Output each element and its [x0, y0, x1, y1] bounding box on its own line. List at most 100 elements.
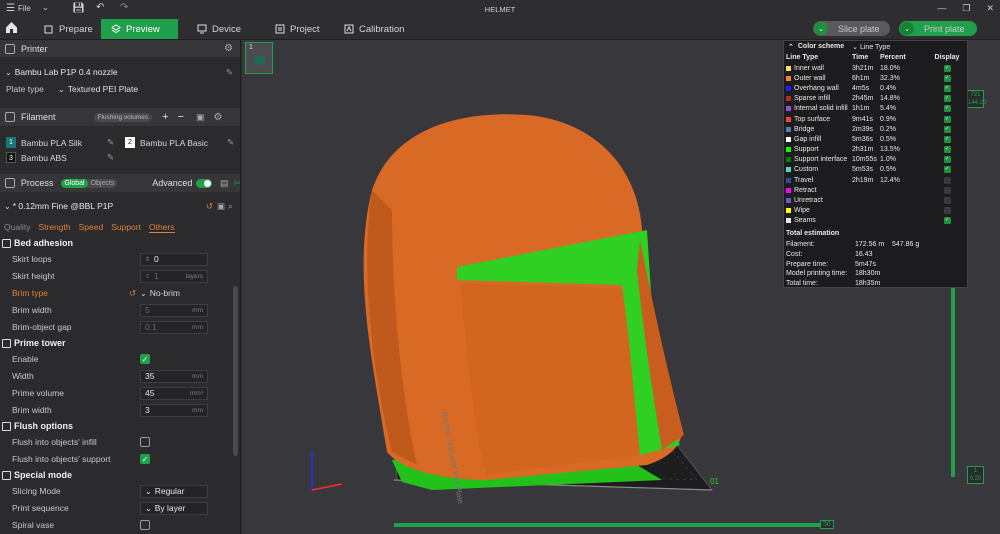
- printer-select[interactable]: ⌄ Bambu Lab P1P 0.4 nozzle ✎: [0, 65, 240, 79]
- edit-icon[interactable]: ✎: [107, 152, 114, 163]
- brim-type-select[interactable]: ⌄ No-brim: [140, 288, 208, 298]
- dropdown-icon[interactable]: ⌄: [42, 3, 49, 12]
- slice-plate-button[interactable]: ⌄ Slice plate: [813, 21, 890, 36]
- tab-calibration[interactable]: Calibration: [334, 19, 414, 39]
- checkbox-icon[interactable]: ✓: [943, 74, 951, 82]
- add-icon[interactable]: +: [162, 111, 168, 123]
- display-checkbox[interactable]: ✓: [932, 84, 962, 92]
- display-checkbox[interactable]: ✓: [932, 146, 962, 154]
- brim-gap-input[interactable]: 0.1 mm: [140, 320, 208, 334]
- tab-quality[interactable]: Quality: [4, 222, 30, 232]
- objects-option[interactable]: Objects: [88, 179, 118, 188]
- tab-support[interactable]: Support: [111, 222, 141, 232]
- sync-icon[interactable]: ▣: [196, 112, 205, 123]
- edit-icon[interactable]: ✎: [107, 137, 114, 148]
- checkbox-icon[interactable]: [943, 186, 951, 194]
- filament-item-3[interactable]: 3 Bambu ABS: [6, 152, 67, 163]
- tab-device[interactable]: Device: [187, 19, 251, 39]
- filament-item-2[interactable]: 2 Bambu PLA Basic: [125, 137, 208, 148]
- search-icon[interactable]: ⌕: [228, 201, 233, 212]
- display-checkbox[interactable]: ✓: [932, 156, 962, 164]
- tab-preview[interactable]: Preview: [101, 19, 178, 39]
- flushing-volumes-button[interactable]: Flushing volumes: [93, 112, 153, 122]
- checkbox-icon[interactable]: [943, 176, 951, 184]
- tab-project[interactable]: Project: [265, 19, 330, 39]
- checkbox-icon[interactable]: ✓: [943, 84, 951, 92]
- spinner-icon[interactable]: ⇕: [145, 273, 150, 280]
- checkbox-icon[interactable]: ✓: [943, 217, 951, 225]
- checkbox-icon[interactable]: ✓: [943, 146, 951, 154]
- checkbox-icon[interactable]: ✓: [943, 64, 951, 72]
- tower-width-input[interactable]: 35 mm: [140, 369, 208, 383]
- edit-icon[interactable]: ✎: [226, 67, 233, 78]
- move-handle[interactable]: 56: [820, 520, 834, 529]
- layer-bottom-handle[interactable]: 1 0.20: [967, 466, 984, 484]
- global-option[interactable]: Global: [61, 178, 88, 188]
- display-checkbox[interactable]: ✓: [932, 115, 962, 123]
- file-menu[interactable]: ☰ File: [6, 3, 31, 14]
- close-icon[interactable]: ✕: [986, 3, 994, 14]
- slicing-mode-select[interactable]: ⌄ Regular: [140, 484, 208, 498]
- display-checkbox[interactable]: ✓: [932, 74, 962, 82]
- undo-icon[interactable]: ↶: [96, 2, 104, 13]
- global-objects-toggle[interactable]: Global Objects: [61, 178, 118, 188]
- display-checkbox[interactable]: [932, 207, 962, 215]
- layer-top-handle[interactable]: 721 144.20: [967, 90, 986, 108]
- edit-icon[interactable]: ✎: [227, 137, 234, 148]
- move-slider[interactable]: [394, 523, 820, 527]
- collapse-icon[interactable]: ⌃: [788, 43, 794, 51]
- filament-item-1[interactable]: 1 Bambu PLA Silk: [6, 137, 82, 148]
- enable-checkbox[interactable]: ✓: [140, 354, 150, 364]
- display-checkbox[interactable]: ✓: [932, 95, 962, 103]
- flush-support-checkbox[interactable]: ✓: [140, 454, 150, 464]
- 3d-viewport[interactable]: 1 Bambu Textured PEI Plate 01 721 144.20…: [242, 40, 1000, 534]
- home-icon[interactable]: [5, 21, 18, 36]
- print-sequence-select[interactable]: ⌄ By layer: [140, 501, 208, 515]
- tab-others[interactable]: Others: [148, 222, 175, 233]
- checkbox-icon[interactable]: ✓: [943, 95, 951, 103]
- remove-icon[interactable]: −: [178, 111, 184, 123]
- chevron-down-icon[interactable]: ⌄: [900, 22, 914, 35]
- display-checkbox[interactable]: ✓: [932, 64, 962, 72]
- flush-infill-checkbox[interactable]: [140, 437, 150, 447]
- reset-icon[interactable]: ↺: [129, 288, 140, 299]
- skirt-loops-input[interactable]: ⇕ 0: [140, 252, 208, 266]
- checkbox-icon[interactable]: ✓: [943, 105, 951, 113]
- checkbox-icon[interactable]: ✓: [943, 135, 951, 143]
- display-checkbox[interactable]: ✓: [932, 135, 962, 143]
- print-plate-button[interactable]: ⌄ Print plate: [899, 21, 977, 36]
- display-checkbox[interactable]: [932, 186, 962, 194]
- maximize-icon[interactable]: ❐: [962, 3, 970, 14]
- checkbox-icon[interactable]: ✓: [943, 166, 951, 174]
- tower-brim-input[interactable]: 3 mm: [140, 403, 208, 417]
- process-profile-select[interactable]: ⌄ * 0.12mm Fine @BBL P1P ↺ ▣ ⌕: [0, 199, 240, 213]
- legend-header[interactable]: ⌃ Color scheme ⌄ Line Type: [784, 41, 967, 52]
- redo-icon[interactable]: ↷: [120, 2, 128, 13]
- display-checkbox[interactable]: [932, 197, 962, 205]
- spinner-icon[interactable]: ⇕: [145, 256, 150, 263]
- spiral-vase-checkbox[interactable]: [140, 520, 150, 530]
- skirt-height-input[interactable]: ⇕ 1 layers: [140, 269, 208, 283]
- checkbox-icon[interactable]: [943, 197, 951, 205]
- checkbox-icon[interactable]: ✓: [943, 115, 951, 123]
- brim-width-input[interactable]: 5 mm: [140, 303, 208, 317]
- tab-strength[interactable]: Strength: [38, 222, 70, 232]
- display-checkbox[interactable]: ✓: [932, 217, 962, 225]
- settings-scrollbar[interactable]: [233, 286, 238, 456]
- minimize-icon[interactable]: —: [937, 3, 946, 14]
- checkbox-icon[interactable]: ✓: [943, 156, 951, 164]
- plate-type-select[interactable]: ⌄ Textured PEI Plate: [58, 84, 138, 94]
- gear-icon[interactable]: ⚙: [224, 43, 233, 54]
- prime-volume-input[interactable]: 45 mm³: [140, 386, 208, 400]
- gear-icon[interactable]: ⚙: [213, 112, 222, 123]
- tab-prepare[interactable]: Prepare: [34, 19, 103, 39]
- wrench-icon[interactable]: ✂: [233, 178, 240, 189]
- reset-icon[interactable]: ↺: [206, 201, 213, 212]
- display-checkbox[interactable]: ✓: [932, 105, 962, 113]
- save-icon[interactable]: 💾︎: [72, 3, 85, 14]
- scheme-select[interactable]: ⌄ Line Type: [852, 43, 890, 51]
- tab-speed[interactable]: Speed: [79, 222, 104, 232]
- display-checkbox[interactable]: [932, 176, 962, 184]
- display-checkbox[interactable]: ✓: [932, 166, 962, 174]
- advanced-toggle[interactable]: [196, 178, 212, 188]
